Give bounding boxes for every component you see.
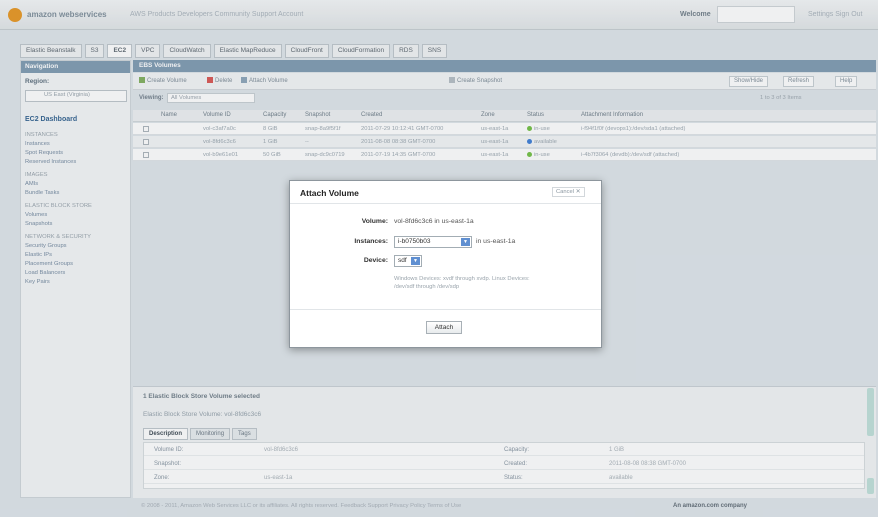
device-label: Device: (363, 257, 388, 264)
instance-select-value: i-b0750b03 (398, 238, 431, 245)
attach-volume-dialog: Attach Volume Cancel ✕ Volume: vol-8fd6c… (289, 180, 602, 348)
dialog-cancel-button[interactable]: Cancel ✕ (552, 187, 585, 197)
device-hint: Windows Devices: xvdf through xvdp. Linu… (394, 276, 530, 290)
volume-value: vol-8fd6c3c6 in us-east-1a (394, 218, 474, 225)
dialog-title: Attach Volume (300, 188, 359, 198)
dialog-divider (290, 309, 601, 310)
device-value: sdf (398, 257, 407, 264)
dialog-divider (290, 203, 601, 204)
chevron-down-icon: ▼ (461, 238, 470, 246)
device-input[interactable]: sdf ▼ (394, 255, 422, 267)
instance-select[interactable]: i-b0750b03 ▼ (394, 236, 472, 248)
chevron-down-icon: ▼ (411, 257, 420, 265)
instance-zone: in us-east-1a (476, 238, 516, 245)
attach-button[interactable]: Attach (426, 321, 462, 334)
volume-label: Volume: (361, 218, 388, 225)
instances-label: Instances: (354, 238, 388, 245)
